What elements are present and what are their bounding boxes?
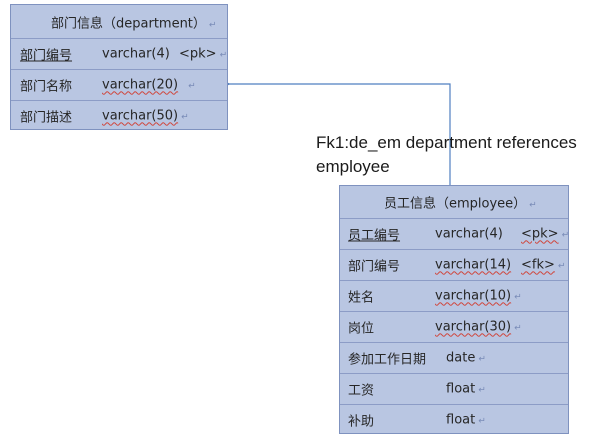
column-type: date <box>446 350 476 366</box>
column-type: varchar(20) <box>102 77 179 93</box>
employee-row-department-id: 部门编号 varchar(14) <fk> ↵ <box>340 249 568 280</box>
column-name: 员工编号 <box>348 228 401 244</box>
paragraph-mark-icon: ↵ <box>514 292 522 303</box>
column-type: varchar(50) <box>102 108 179 124</box>
paragraph-mark-icon: ↵ <box>514 323 522 334</box>
column-name: 参加工作日期 <box>348 352 427 368</box>
column-name: 部门描述 <box>20 110 73 126</box>
column-name: 姓名 <box>348 290 375 306</box>
department-row-description: 部门描述 varchar(50) ↵ <box>11 100 227 131</box>
employee-table-title: 员工信息（employee） <box>384 196 527 212</box>
column-name: 部门编号 <box>20 48 73 64</box>
relation-label: Fk1:de_em department references employee <box>316 133 577 176</box>
column-name: 部门名称 <box>20 79 73 95</box>
employee-row-name: 姓名 varchar(10) ↵ <box>340 280 568 311</box>
paragraph-mark-icon: ↵ <box>557 261 566 272</box>
employee-row-salary: 工资 float ↵ <box>340 373 568 404</box>
department-table-header: 部门信息（department） ↵ <box>11 5 227 38</box>
paragraph-mark-icon: ↵ <box>529 200 537 211</box>
paragraph-mark-icon: ↵ <box>478 416 486 427</box>
paragraph-mark-icon: ↵ <box>188 81 196 92</box>
column-type: varchar(14) <box>435 257 512 273</box>
employee-row-hire-date: 参加工作日期 date ↵ <box>340 342 568 373</box>
department-table: 部门信息（department） ↵ 部门编号 varchar(4) <pk> ↵ … <box>10 4 228 130</box>
paragraph-mark-icon: ↵ <box>561 230 570 241</box>
key-marker: <pk> <box>521 226 559 242</box>
employee-table: 员工信息（employee） ↵ 员工编号 varchar(4) <pk> ↵ 部门… <box>339 185 569 434</box>
key-marker: <pk> <box>179 46 217 62</box>
department-table-title: 部门信息（department） <box>51 16 206 31</box>
column-name: 岗位 <box>348 321 375 337</box>
employee-row-id: 员工编号 varchar(4) <pk> ↵ <box>340 218 570 249</box>
employee-row-allowance: 补助 float ↵ <box>340 404 568 435</box>
paragraph-mark-icon: ↵ <box>208 20 217 30</box>
paragraph-mark-icon: ↵ <box>219 50 228 61</box>
column-type: varchar(30) <box>435 319 512 335</box>
department-row-name: 部门名称 varchar(20) ↵ <box>11 69 227 100</box>
column-type: float <box>446 412 476 428</box>
paragraph-mark-icon: ↵ <box>181 112 189 123</box>
column-type: varchar(10) <box>435 288 512 304</box>
column-name: 部门编号 <box>348 259 401 275</box>
column-name: 补助 <box>348 414 375 430</box>
column-type: varchar(4) <box>102 46 170 62</box>
paragraph-mark-icon: ↵ <box>478 354 486 365</box>
employee-row-position: 岗位 varchar(30) ↵ <box>340 311 568 342</box>
column-type: float <box>446 381 476 397</box>
paragraph-mark-icon: ↵ <box>478 385 486 396</box>
key-marker: <fk> <box>521 257 555 273</box>
column-name: 工资 <box>348 383 375 399</box>
column-type: varchar(4) <box>435 226 503 242</box>
department-row-id: 部门编号 varchar(4) <pk> ↵ <box>11 38 227 69</box>
employee-table-header: 员工信息（employee） ↵ <box>340 186 568 218</box>
